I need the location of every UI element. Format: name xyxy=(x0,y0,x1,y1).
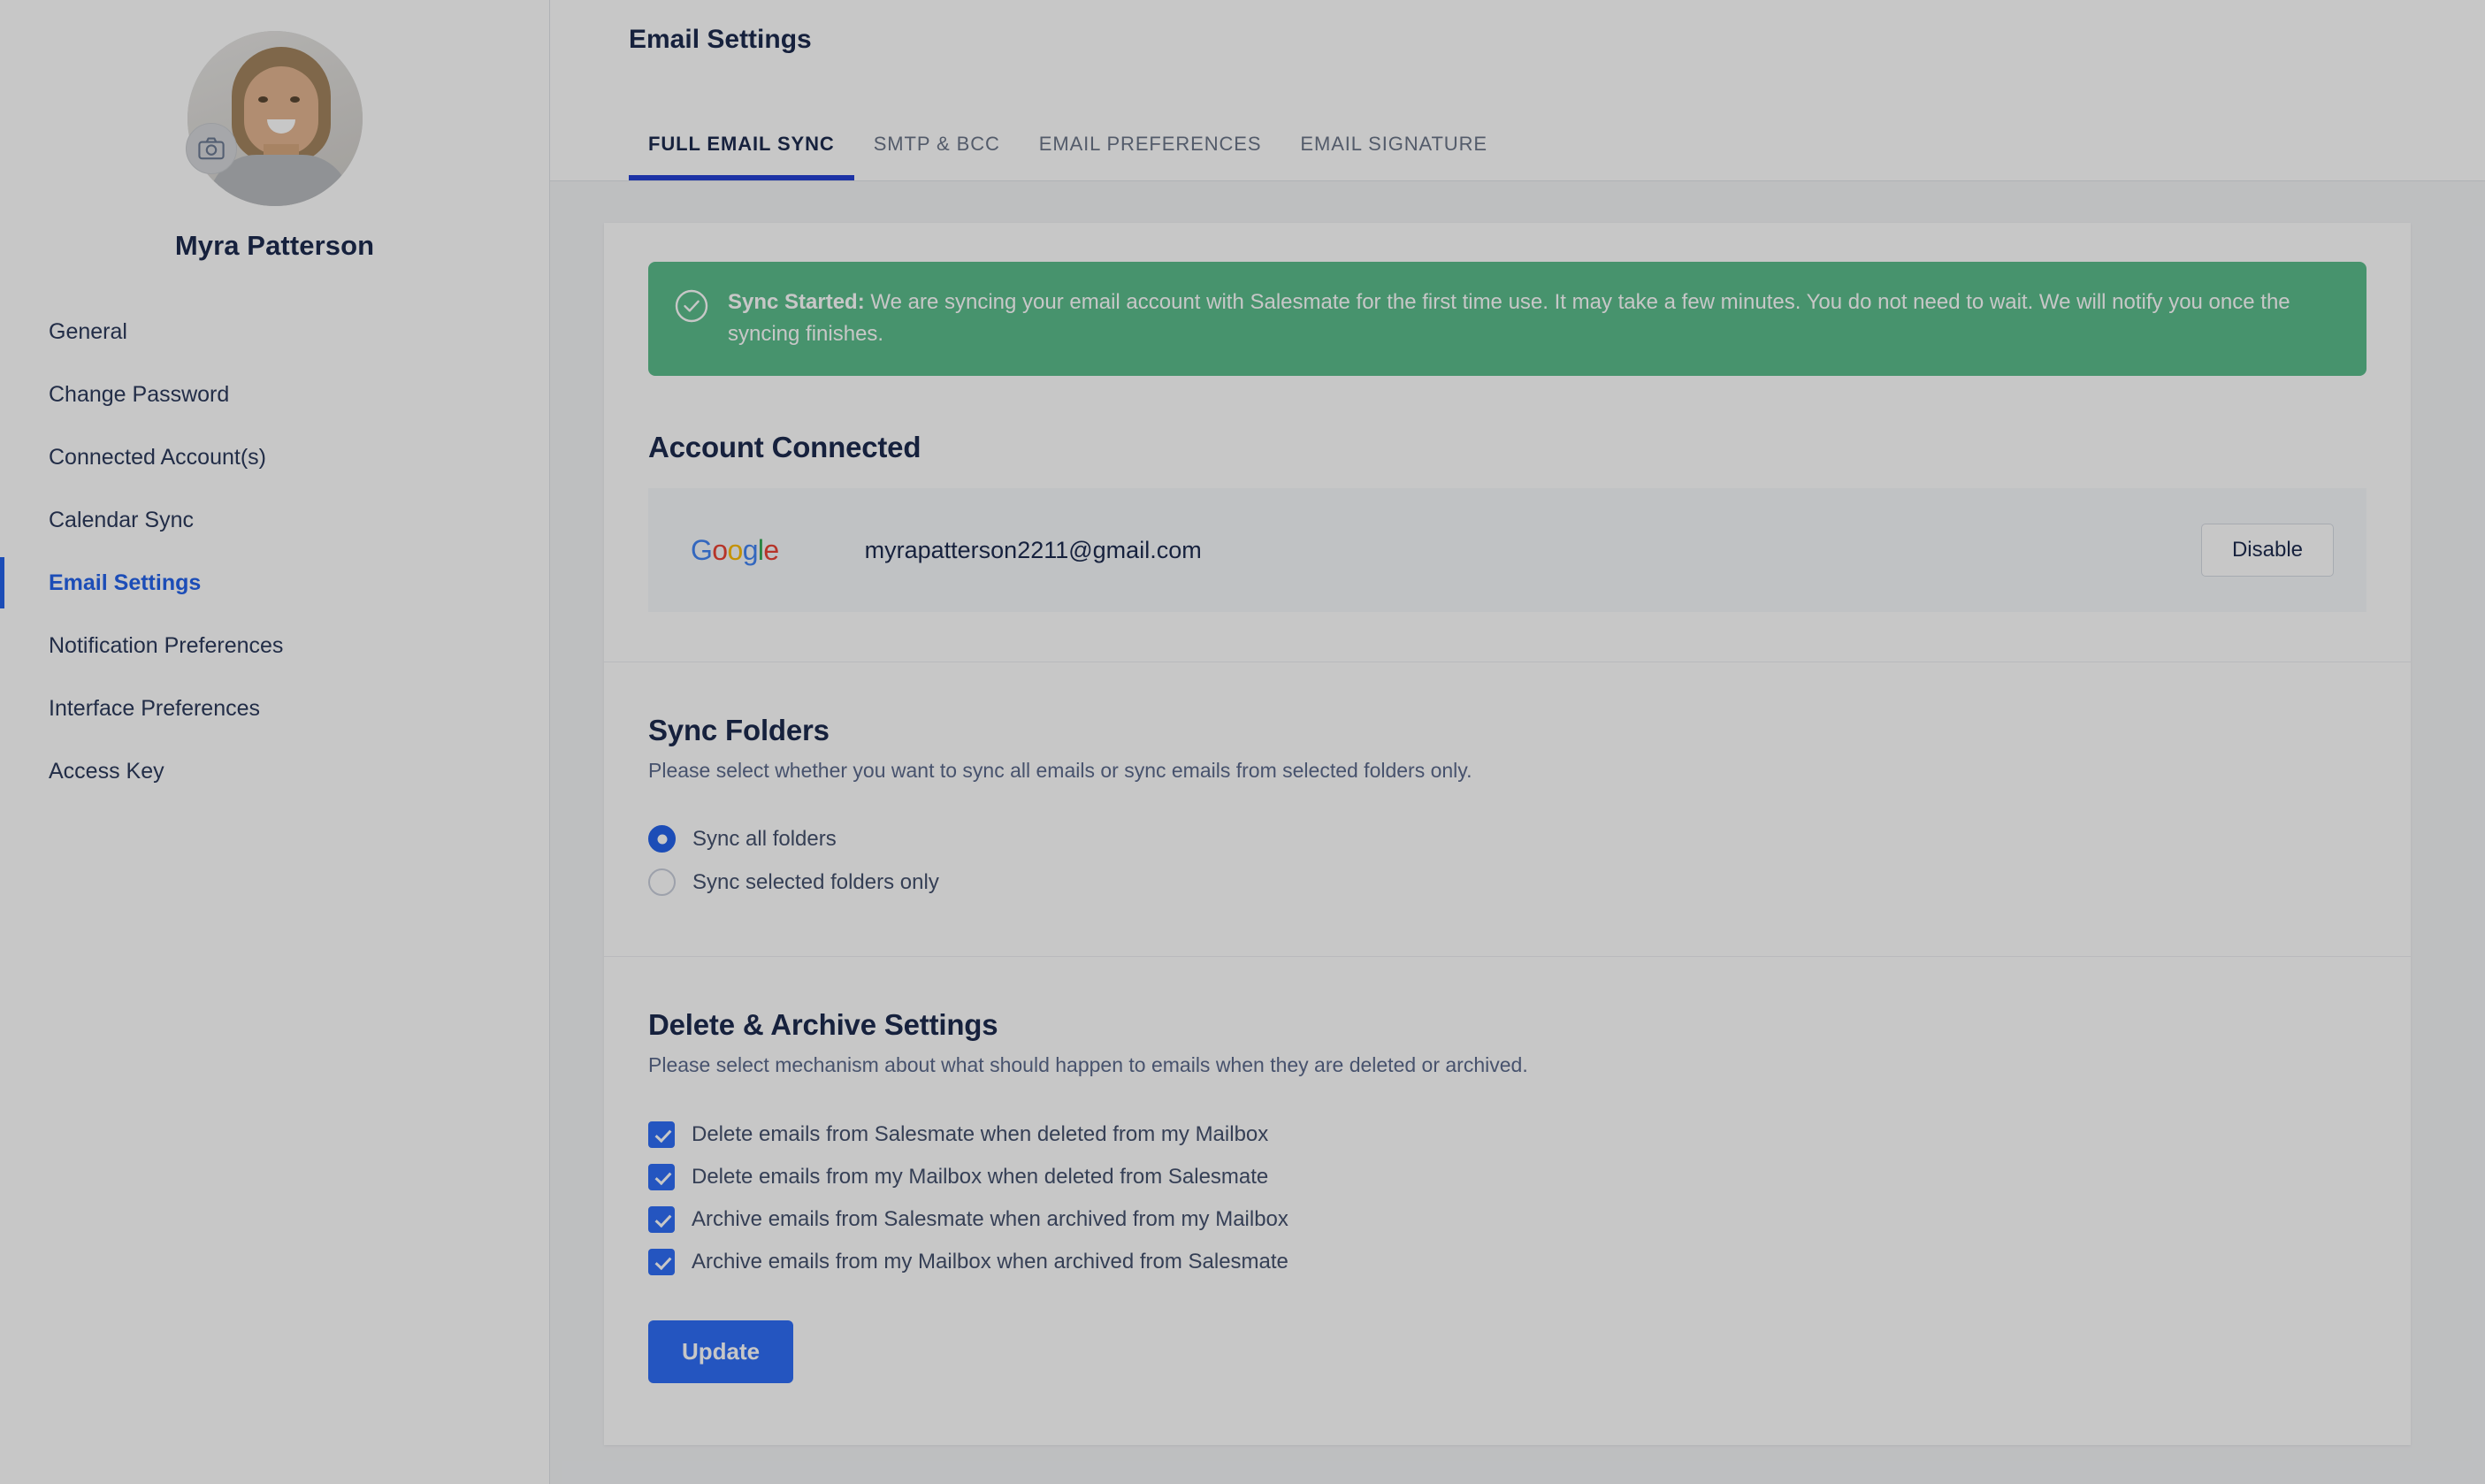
checkbox-label: Archive emails from my Mailbox when arch… xyxy=(692,1249,1288,1274)
banner-strong-label: Sync Started: xyxy=(728,290,865,314)
sidebar-item-change-password[interactable]: Change Password xyxy=(0,363,549,426)
radio-sync-all-folders[interactable]: Sync all folders xyxy=(648,818,2366,860)
checkbox-delete-from-salesmate[interactable]: Delete emails from Salesmate when delete… xyxy=(648,1113,2366,1155)
page-title: Email Settings xyxy=(629,25,812,54)
checkbox-icon[interactable] xyxy=(648,1248,675,1275)
sidebar-item-interface-preferences[interactable]: Interface Preferences xyxy=(0,677,549,740)
delete-archive-section: Delete & Archive Settings Please select … xyxy=(604,957,2411,1445)
tab-full-email-sync[interactable]: FULL EMAIL SYNC xyxy=(629,133,854,180)
app-root: Myra Patterson General Change Password C… xyxy=(0,0,2485,1484)
radio-label: Sync all folders xyxy=(692,826,837,851)
sync-folders-subtitle: Please select whether you want to sync a… xyxy=(648,759,1472,783)
radio-button-icon[interactable] xyxy=(648,868,676,897)
avatar xyxy=(187,31,363,206)
update-button[interactable]: Update xyxy=(648,1320,794,1384)
check-circle-icon xyxy=(675,289,708,327)
banner-container: Sync Started: We are syncing your email … xyxy=(604,223,2411,377)
sidebar-item-label: Change Password xyxy=(49,382,230,407)
delete-archive-title: Delete & Archive Settings xyxy=(648,1008,998,1042)
checkbox-icon[interactable] xyxy=(648,1205,675,1233)
checkbox-archive-from-salesmate[interactable]: Archive emails from Salesmate when archi… xyxy=(648,1198,2366,1240)
sync-folders-title: Sync Folders xyxy=(648,714,830,747)
disable-button[interactable]: Disable xyxy=(2200,524,2334,578)
account-connected-title: Account Connected xyxy=(648,431,921,464)
delete-archive-checkboxes: Delete emails from Salesmate when delete… xyxy=(648,1113,2366,1282)
google-logo-icon: Google xyxy=(691,533,779,566)
sync-started-banner: Sync Started: We are syncing your email … xyxy=(648,262,2366,377)
settings-sidebar: Myra Patterson General Change Password C… xyxy=(0,0,550,1484)
sidebar-item-label: Email Settings xyxy=(49,570,202,595)
sidebar-item-label: General xyxy=(49,319,127,344)
user-name: Myra Patterson xyxy=(174,230,375,261)
avatar-wrapper xyxy=(185,31,363,206)
tab-email-preferences[interactable]: EMAIL PREFERENCES xyxy=(1020,133,1281,180)
page-header: Email Settings FULL EMAIL SYNC SMTP & BC… xyxy=(550,0,2485,181)
banner-message: We are syncing your email account with S… xyxy=(728,290,2290,346)
settings-card: Sync Started: We are syncing your email … xyxy=(604,223,2411,1446)
connected-account-row: Google myrapatterson2211@gmail.com Disab… xyxy=(648,488,2366,613)
main-panel: Email Settings FULL EMAIL SYNC SMTP & BC… xyxy=(550,0,2485,1484)
sidebar-item-connected-accounts[interactable]: Connected Account(s) xyxy=(0,426,549,489)
avatar-photo-face xyxy=(243,66,318,155)
checkbox-icon[interactable] xyxy=(648,1121,675,1148)
sidebar-item-email-settings[interactable]: Email Settings xyxy=(0,552,549,615)
avatar-photo-eye-left xyxy=(257,96,268,103)
sidebar-item-label: Calendar Sync xyxy=(49,508,194,532)
radio-button-icon[interactable] xyxy=(648,825,676,853)
checkbox-delete-from-mailbox[interactable]: Delete emails from my Mailbox when delet… xyxy=(648,1156,2366,1197)
tab-bar: FULL EMAIL SYNC SMTP & BCC EMAIL PREFERE… xyxy=(629,104,1507,180)
content-area: Sync Started: We are syncing your email … xyxy=(550,181,2485,1484)
sidebar-nav: General Change Password Connected Accoun… xyxy=(0,301,549,803)
delete-archive-subtitle: Please select mechanism about what shoul… xyxy=(648,1053,1528,1077)
checkbox-archive-from-mailbox[interactable]: Archive emails from my Mailbox when arch… xyxy=(648,1241,2366,1282)
sidebar-item-label: Notification Preferences xyxy=(49,633,284,658)
connected-account-email: myrapatterson2211@gmail.com xyxy=(864,536,1202,563)
checkbox-label: Delete emails from my Mailbox when delet… xyxy=(692,1164,1269,1189)
sync-folders-options: Sync all folders Sync selected folders o… xyxy=(648,818,2366,903)
sidebar-item-calendar-sync[interactable]: Calendar Sync xyxy=(0,489,549,552)
avatar-photo-eye-right xyxy=(289,96,300,103)
sidebar-item-label: Access Key xyxy=(49,759,164,784)
tab-email-signature[interactable]: EMAIL SIGNATURE xyxy=(1281,133,1507,180)
radio-label: Sync selected folders only xyxy=(692,869,939,894)
sync-folders-section: Sync Folders Please select whether you w… xyxy=(604,662,2411,956)
sidebar-item-general[interactable]: General xyxy=(0,301,549,363)
sidebar-item-label: Connected Account(s) xyxy=(49,445,266,470)
camera-icon[interactable] xyxy=(185,123,237,174)
banner-text: Sync Started: We are syncing your email … xyxy=(728,287,2336,349)
sidebar-item-access-key[interactable]: Access Key xyxy=(0,740,549,803)
sidebar-item-notification-preferences[interactable]: Notification Preferences xyxy=(0,615,549,677)
checkbox-label: Archive emails from Salesmate when archi… xyxy=(692,1206,1288,1231)
sidebar-item-label: Interface Preferences xyxy=(49,696,261,721)
radio-sync-selected-folders[interactable]: Sync selected folders only xyxy=(648,861,2366,903)
account-connected-section: Account Connected Google myrapatterson22… xyxy=(604,376,2411,662)
checkbox-icon[interactable] xyxy=(648,1163,675,1190)
tab-smtp-bcc[interactable]: SMTP & BCC xyxy=(854,133,1020,180)
checkbox-label: Delete emails from Salesmate when delete… xyxy=(692,1121,1269,1146)
